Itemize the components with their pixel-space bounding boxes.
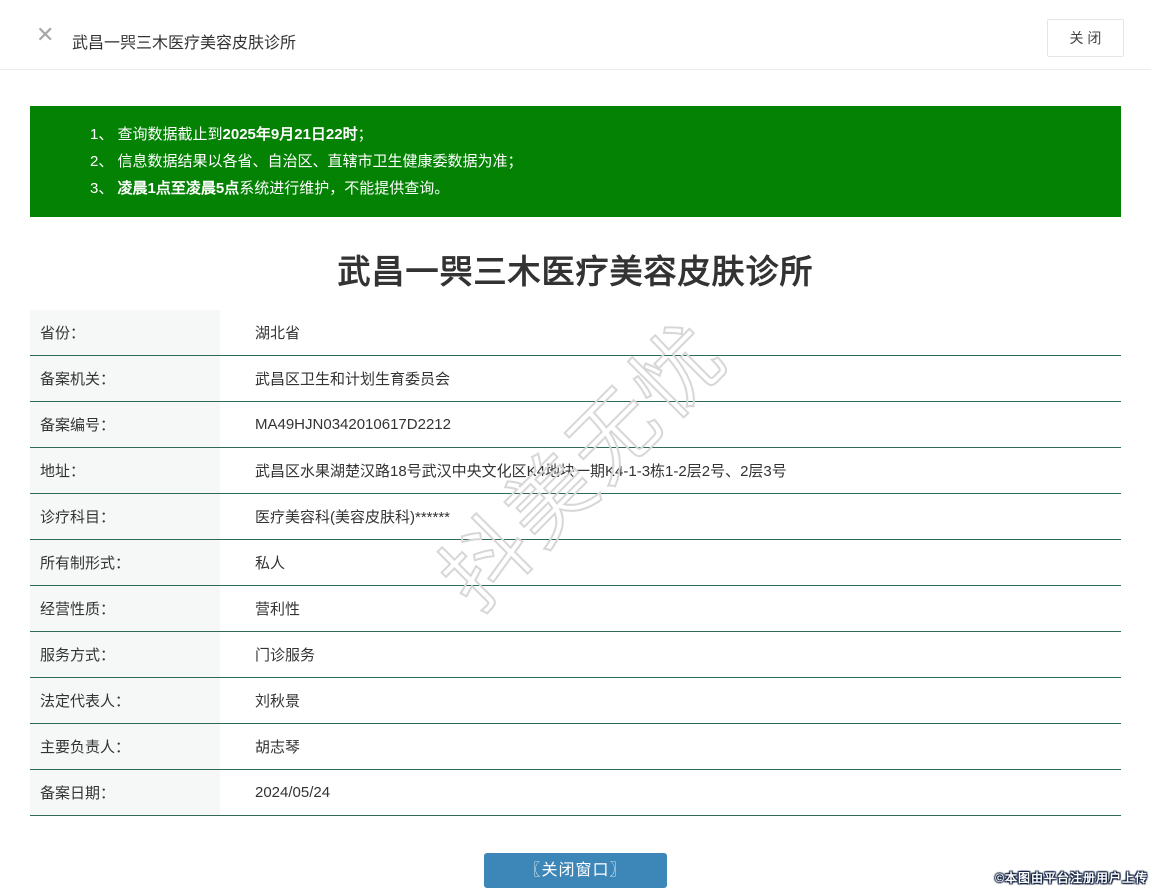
notice-line: 3、 凌晨1点至凌晨5点系统进行维护，不能提供查询。	[90, 175, 1101, 202]
row-label: 主要负责人：	[30, 724, 220, 769]
notice-banner: 1、 查询数据截止到2025年9月21日22时； 2、 信息数据结果以各省、自治…	[30, 106, 1121, 217]
close-window-button[interactable]: 〖关闭窗口〗	[484, 853, 667, 888]
table-row: 法定代表人： 刘秋景	[30, 678, 1121, 724]
table-row: 省份： 湖北省	[30, 310, 1121, 356]
table-row: 地址： 武昌区水果湖楚汉路18号武汉中央文化区K4地块一期K4-1-3栋1-2层…	[30, 448, 1121, 494]
close-button[interactable]: 关 闭	[1047, 19, 1124, 57]
row-value: 武昌区卫生和计划生育委员会	[255, 371, 451, 388]
record-detail-page: ✕ 武昌一巺三木医疗美容皮肤诊所 关 闭 1、 查询数据截止到2025年9月21…	[0, 0, 1151, 890]
row-label: 备案编号：	[30, 402, 220, 447]
row-value: 2024/05/24	[255, 784, 331, 801]
notice-text: 1、 查询数据截止到	[90, 126, 223, 143]
row-label: 省份：	[30, 310, 220, 355]
notice-text: ；	[357, 126, 373, 143]
notice-bold-text: 2025年9月21日22时	[222, 126, 358, 143]
row-label: 法定代表人：	[30, 678, 220, 723]
top-bar: ✕ 武昌一巺三木医疗美容皮肤诊所 关 闭	[0, 0, 1151, 70]
row-value: 营利性	[255, 601, 301, 618]
row-value: MA49HJN0342010617D2212	[255, 416, 451, 433]
row-label: 备案日期：	[30, 770, 220, 815]
window-title: 武昌一巺三木医疗美容皮肤诊所	[72, 35, 297, 52]
notice-text: 2、 信息数据结果以各省、自治区、直辖市卫生健康委数据为准；	[90, 153, 523, 170]
notice-bold-text: 凌晨1点至凌晨5点	[117, 180, 240, 197]
row-label: 服务方式：	[30, 632, 220, 677]
table-row: 备案编号： MA49HJN0342010617D2212	[30, 402, 1121, 448]
record-info-table: 省份： 湖北省 备案机关： 武昌区卫生和计划生育委员会 备案编号： MA49HJ…	[30, 310, 1121, 816]
notice-text: 3、	[90, 180, 118, 197]
page-title: 武昌一巺三木医疗美容皮肤诊所	[337, 253, 814, 290]
row-label: 经营性质：	[30, 586, 220, 631]
table-row: 经营性质： 营利性	[30, 586, 1121, 632]
row-value: 武昌区水果湖楚汉路18号武汉中央文化区K4地块一期K4-1-3栋1-2层2号、2…	[255, 463, 787, 480]
row-label: 所有制形式：	[30, 540, 220, 585]
table-row: 备案日期： 2024/05/24	[30, 770, 1121, 816]
table-row: 备案机关： 武昌区卫生和计划生育委员会	[30, 356, 1121, 402]
notice-line: 1、 查询数据截止到2025年9月21日22时；	[90, 121, 1101, 148]
row-value: 刘秋景	[255, 693, 301, 710]
row-value: 私人	[255, 555, 286, 572]
table-row: 诊疗科目： 医疗美容科(美容皮肤科)******	[30, 494, 1121, 540]
row-value: 湖北省	[255, 325, 301, 342]
close-x-icon[interactable]: ✕	[36, 24, 54, 46]
upload-caption: ©本图由平台注册用户上传	[995, 871, 1148, 885]
row-value: 胡志琴	[255, 739, 301, 756]
row-label: 诊疗科目：	[30, 494, 220, 539]
table-row: 所有制形式： 私人	[30, 540, 1121, 586]
notice-line: 2、 信息数据结果以各省、自治区、直辖市卫生健康委数据为准；	[90, 148, 1101, 175]
row-value: 医疗美容科(美容皮肤科)******	[255, 509, 451, 526]
table-row: 主要负责人： 胡志琴	[30, 724, 1121, 770]
row-label: 备案机关：	[30, 356, 220, 401]
footer-actions: 〖关闭窗口〗	[0, 853, 1151, 888]
row-label: 地址：	[30, 448, 220, 493]
row-value: 门诊服务	[255, 647, 316, 664]
notice-text: 系统进行维护，不能提供查询。	[239, 180, 450, 197]
table-row: 服务方式： 门诊服务	[30, 632, 1121, 678]
